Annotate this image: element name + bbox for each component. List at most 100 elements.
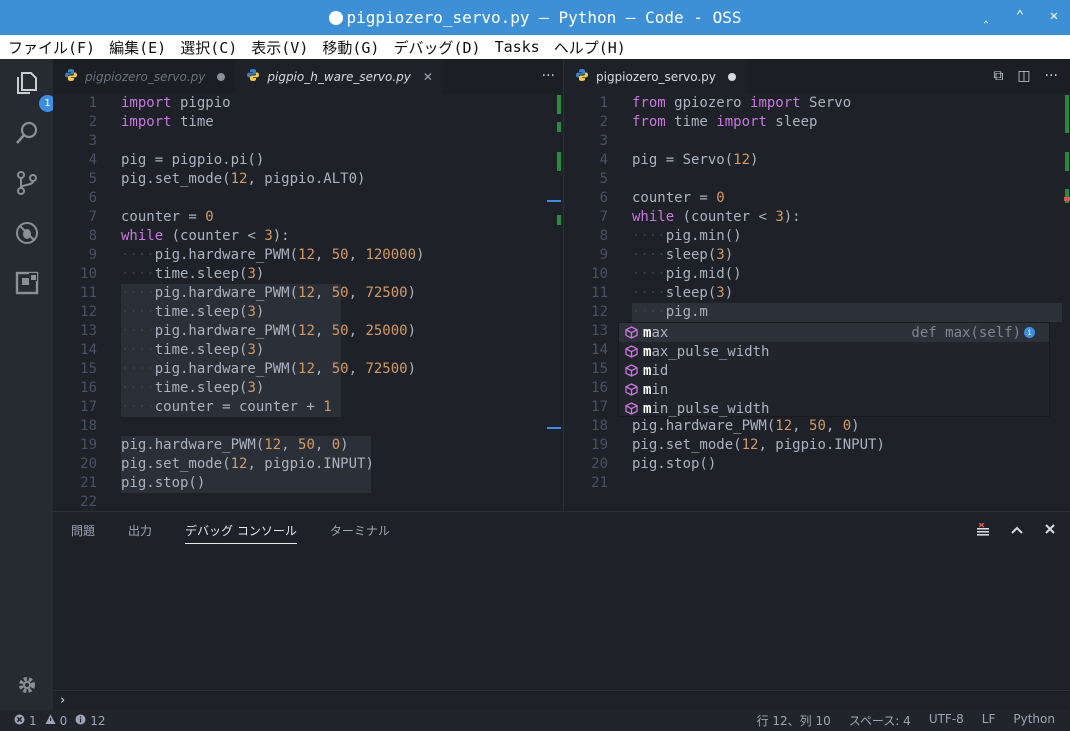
source-control-icon[interactable] (13, 169, 41, 197)
code-line[interactable]: 8 ····pig.min() (564, 227, 1070, 246)
code-line[interactable]: 5 pig.set_mode(12, pigpio.ALT0) (53, 170, 563, 189)
code-line[interactable]: 17 ····counter = counter + 1 (53, 398, 563, 417)
problems-summary[interactable]: 1 0 12 (14, 714, 106, 728)
maximize-panel-icon[interactable] (1010, 523, 1024, 541)
code-line[interactable]: 3 (564, 132, 1070, 151)
code-line[interactable]: 21 pig.stop() (53, 474, 563, 493)
code-line[interactable]: 2 from time import sleep (564, 113, 1070, 132)
code-line[interactable]: 16 ····time.sleep(3) (53, 379, 563, 398)
code-line[interactable]: 18 (53, 417, 563, 436)
code-line[interactable]: 5 (564, 170, 1070, 189)
menu-edit[interactable]: 編集(E) (109, 37, 166, 58)
code-line[interactable]: 8 while (counter < 3): (53, 227, 563, 246)
code-editor-right[interactable]: 1 from gpiozero import Servo 2 from time im… (564, 94, 1070, 493)
maximize-button[interactable]: ⌃ (1012, 8, 1028, 24)
code-text: pig.hardware_PWM(12, 50, 0) (632, 418, 860, 434)
code-line[interactable]: 20 pig.stop() (564, 455, 1070, 474)
menu-view[interactable]: 表示(V) (251, 37, 308, 58)
suggestion-label: id (651, 362, 669, 379)
debug-icon[interactable] (13, 219, 41, 247)
menu-help[interactable]: ヘルプ(H) (554, 37, 626, 58)
encoding[interactable]: UTF-8 (929, 712, 964, 729)
code-line[interactable]: 20 pig.set_mode(12, pigpio.INPUT) (53, 455, 563, 474)
code-text: pig = Servo(12) (632, 152, 759, 168)
code-text: ····pig.hardware_PWM(12, 50, 72500) (121, 285, 417, 301)
suggest-widget[interactable]: m ax def max(self) i m ax_pulse_width m id m in m i… (618, 322, 1050, 417)
code-line[interactable]: 1 import pigpio (53, 94, 563, 113)
code-line[interactable]: 6 counter = 0 (564, 189, 1070, 208)
suggestion-label: in_pulse_width (651, 400, 770, 417)
close-icon[interactable]: ✕ (423, 70, 433, 84)
code-line[interactable]: 13 ····pig.hardware_PWM(12, 50, 25000) (53, 322, 563, 341)
code-line[interactable]: 7 counter = 0 (53, 208, 563, 227)
info-icon[interactable]: i (1024, 327, 1035, 338)
code-line[interactable]: 9 ····pig.hardware_PWM(12, 50, 120000) (53, 246, 563, 265)
indentation[interactable]: スペース: 4 (849, 712, 911, 729)
extensions-icon[interactable] (13, 269, 41, 297)
suggestion-item[interactable]: m id (619, 361, 1049, 380)
files-icon[interactable]: 1 (13, 69, 56, 112)
editor-area: pigpiozero_servo.py pigpio_h_ware_servo.… (53, 59, 1070, 511)
code-line[interactable]: 4 pig = Servo(12) (564, 151, 1070, 170)
code-line[interactable]: 9 ····sleep(3) (564, 246, 1070, 265)
code-line[interactable]: 2 import time (53, 113, 563, 132)
close-panel-icon[interactable] (1044, 523, 1056, 541)
open-changes-button[interactable]: ⧉ (993, 68, 1003, 84)
tab-debug-console[interactable]: デバッグ コンソール (185, 522, 297, 544)
more-actions-button[interactable]: ··· (542, 68, 555, 84)
tab-problems[interactable]: 問題 (71, 522, 95, 544)
minimize-button[interactable]: ‸ (978, 8, 994, 24)
settings-gear-icon[interactable] (13, 671, 41, 699)
tab-terminal[interactable]: ターミナル (330, 522, 390, 544)
diff-marker (557, 152, 561, 171)
tab-pigpio-h-ware-servo[interactable]: pigpio_h_ware_servo.py ✕ (235, 59, 443, 94)
search-icon[interactable] (13, 119, 41, 147)
code-text: pig.set_mode(12, pigpio.ALT0) (121, 171, 366, 187)
code-line[interactable]: 14 ····time.sleep(3) (53, 341, 563, 360)
code-text: from time import sleep (632, 114, 818, 130)
code-line[interactable]: 19 pig.set_mode(12, pigpio.INPUT) (564, 436, 1070, 455)
code-editor-left[interactable]: 1 import pigpio 2 import time 3 4 pig = pigpio… (53, 94, 563, 512)
split-editor-button[interactable]: ◫ (1017, 68, 1030, 84)
code-line[interactable]: 12 ····time.sleep(3) (53, 303, 563, 322)
end-of-line[interactable]: LF (982, 712, 996, 729)
cursor-position[interactable]: 行 12、列 10 (757, 712, 831, 729)
code-line[interactable]: 21 (564, 474, 1070, 493)
menu-tasks[interactable]: Tasks (495, 38, 540, 56)
code-line[interactable]: 6 (53, 189, 563, 208)
line-number: 15 (80, 361, 97, 377)
code-line[interactable]: 10 ····pig.mid() (564, 265, 1070, 284)
code-line[interactable]: 19 pig.hardware_PWM(12, 50, 0) (53, 436, 563, 455)
line-number: 2 (599, 114, 608, 130)
suggestion-item[interactable]: m ax def max(self) i (619, 323, 1049, 342)
title-bar: pigpiozero_servo.py — Python — Code - OS… (0, 0, 1070, 35)
language-mode[interactable]: Python (1013, 712, 1055, 729)
suggestion-item[interactable]: m ax_pulse_width (619, 342, 1049, 361)
tab-pigpiozero-servo-active[interactable]: pigpiozero_servo.py (564, 59, 746, 94)
menu-selection[interactable]: 選択(C) (180, 37, 237, 58)
overview-ruler-error-mark (1064, 197, 1070, 201)
tab-output[interactable]: 出力 (128, 522, 152, 544)
console-input[interactable]: › (53, 690, 1070, 711)
suggestion-item[interactable]: m in (619, 380, 1049, 399)
code-line[interactable]: 18 pig.hardware_PWM(12, 50, 0) (564, 417, 1070, 436)
line-number: 10 (591, 266, 608, 282)
code-line[interactable]: 10 ····time.sleep(3) (53, 265, 563, 284)
code-line[interactable]: 15 ····pig.hardware_PWM(12, 50, 72500) (53, 360, 563, 379)
more-actions-button[interactable]: ··· (1045, 68, 1058, 84)
suggestion-item[interactable]: m in_pulse_width (619, 399, 1049, 418)
menu-debug[interactable]: デバッグ(D) (393, 37, 480, 58)
code-line[interactable]: 22 (53, 493, 563, 512)
menu-file[interactable]: ファイル(F) (8, 37, 95, 58)
code-line[interactable]: 11 ····pig.hardware_PWM(12, 50, 72500) (53, 284, 563, 303)
code-line[interactable]: 4 pig = pigpio.pi() (53, 151, 563, 170)
code-line[interactable]: 7 while (counter < 3): (564, 208, 1070, 227)
menu-go[interactable]: 移動(G) (322, 37, 379, 58)
close-window-button[interactable]: ✕ (1046, 8, 1062, 24)
tab-pigpiozero-servo[interactable]: pigpiozero_servo.py (53, 59, 235, 94)
code-line[interactable]: 12 ····pig.m (564, 303, 1070, 322)
clear-console-icon[interactable] (976, 522, 990, 541)
code-line[interactable]: 3 (53, 132, 563, 151)
code-line[interactable]: 11 ····sleep(3) (564, 284, 1070, 303)
code-line[interactable]: 1 from gpiozero import Servo (564, 94, 1070, 113)
